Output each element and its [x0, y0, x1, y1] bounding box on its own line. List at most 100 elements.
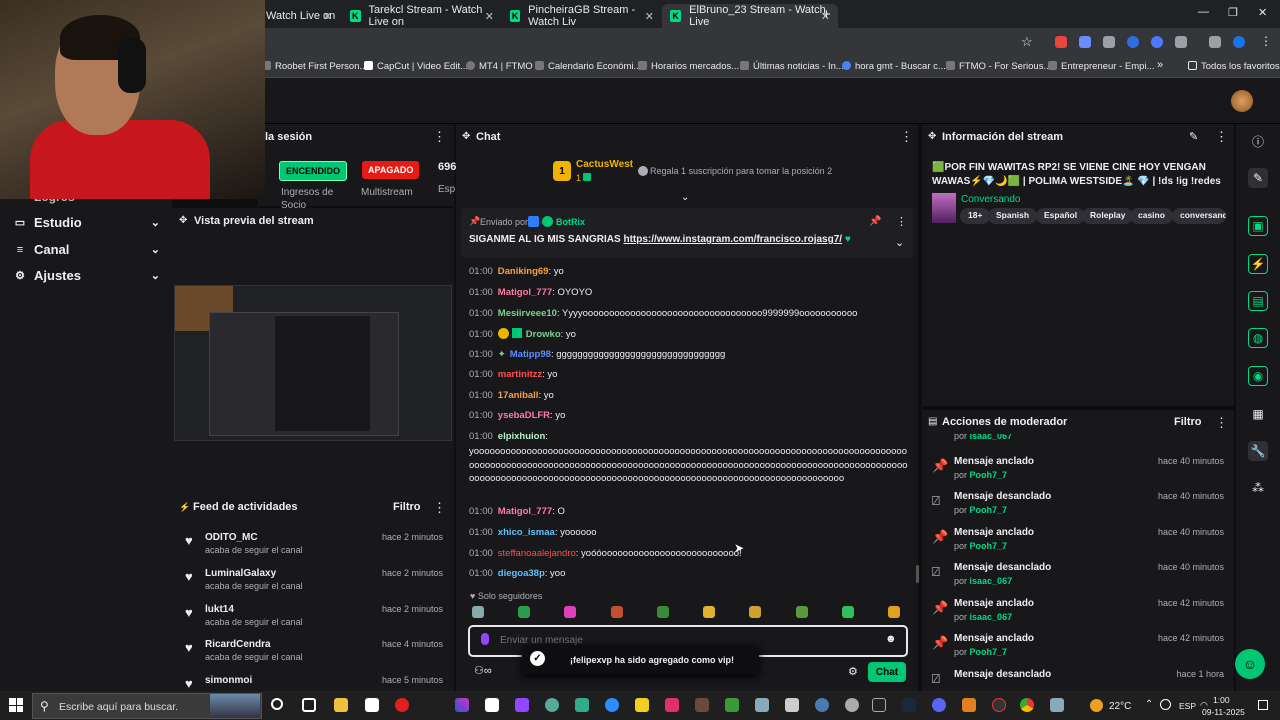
- chrome-icon[interactable]: [1020, 698, 1034, 712]
- pinned-link[interactable]: https://www.instagram.com/francisco.roja…: [623, 234, 842, 245]
- emote-icon[interactable]: [564, 606, 577, 618]
- profile-icon[interactable]: [1233, 36, 1245, 48]
- zoom-icon[interactable]: [605, 698, 619, 712]
- weather-sun-icon[interactable]: [1090, 699, 1103, 712]
- bookmark-item[interactable]: FTMO - For Serious...: [946, 61, 1051, 72]
- more-options-icon[interactable]: ⋮: [433, 129, 446, 145]
- extension-icon[interactable]: [1103, 36, 1115, 48]
- expand-icon[interactable]: ✥: [462, 131, 470, 142]
- edit-pencil-icon[interactable]: ✎: [1189, 130, 1198, 143]
- avatar[interactable]: [1231, 90, 1253, 112]
- more-options-icon[interactable]: ⋮: [433, 500, 446, 516]
- browser-tab[interactable]: Watch Live on ✕: [258, 4, 340, 28]
- bookmark-star-icon[interactable]: ☆: [1021, 34, 1033, 50]
- restore-icon[interactable]: ❐: [1228, 6, 1238, 19]
- minimize-icon[interactable]: —: [1198, 6, 1209, 18]
- document-icon[interactable]: ▤: [1248, 291, 1268, 311]
- bookmark-item[interactable]: Entrepreneur - Empi...: [1048, 61, 1154, 72]
- emote-icon[interactable]: [518, 606, 531, 618]
- chat-scrollbar[interactable]: [916, 565, 919, 583]
- browser-tab-active[interactable]: K ElBruno_23 Stream - Watch Live ✕: [662, 4, 838, 28]
- tag-chip[interactable]: casino: [1130, 208, 1173, 224]
- clock-date[interactable]: 09-11-2025: [1202, 707, 1245, 717]
- chat-username[interactable]: steffanoaalejandro: [498, 548, 576, 559]
- emote-icon[interactable]: [841, 606, 854, 618]
- sidebar-item-ajustes[interactable]: ⚙ Ajustes ⌄: [14, 268, 160, 283]
- off-toggle-button[interactable]: APAGADO: [362, 161, 420, 179]
- twitch-icon[interactable]: [515, 698, 529, 712]
- lightning-icon[interactable]: ⚡: [1248, 254, 1268, 274]
- chat-username[interactable]: ysebaDLFR: [498, 410, 550, 421]
- extension-icon[interactable]: [1127, 36, 1139, 48]
- close-tab-icon[interactable]: ✕: [323, 10, 332, 23]
- tag-chip[interactable]: Roleplay: [1082, 208, 1134, 224]
- copilot-icon[interactable]: [455, 698, 469, 712]
- chat-username[interactable]: Matipp98: [510, 349, 551, 360]
- browser-tab[interactable]: K PincheiraGB Stream - Watch Liv ✕: [502, 4, 662, 28]
- clip-icon[interactable]: ▣: [1248, 216, 1268, 236]
- send-chat-button[interactable]: Chat: [868, 662, 906, 682]
- puzzle-icon[interactable]: [1175, 36, 1187, 48]
- chat-username[interactable]: Matigol_777: [498, 287, 552, 298]
- new-tab-button[interactable]: +: [822, 6, 831, 23]
- tag-chip[interactable]: Spanish: [988, 208, 1038, 224]
- notepad-icon[interactable]: [365, 698, 379, 712]
- bookmark-item[interactable]: Últimas noticias - In...: [740, 61, 844, 72]
- feed-filter-button[interactable]: Filtro: [393, 501, 421, 513]
- mod-filter-button[interactable]: Filtro: [1174, 416, 1202, 428]
- mod-username[interactable]: Pooh7_7: [970, 647, 1008, 657]
- layout-icon[interactable]: ▦: [1248, 404, 1268, 424]
- chat-username[interactable]: Daniking69: [498, 266, 549, 277]
- emote-icon[interactable]: [795, 606, 808, 618]
- extension-icon[interactable]: [1151, 36, 1163, 48]
- stream-preview-video[interactable]: [174, 285, 452, 441]
- language-indicator[interactable]: ESP: [1179, 701, 1196, 711]
- sidebar-item-canal[interactable]: ≡ Canal ⌄: [14, 242, 160, 257]
- expand-icon[interactable]: ✥: [179, 215, 187, 226]
- tiktok-icon[interactable]: [665, 698, 679, 712]
- steam-icon[interactable]: [902, 698, 916, 712]
- more-options-icon[interactable]: ⋮: [1215, 129, 1228, 145]
- emote-icon[interactable]: [749, 606, 762, 618]
- pinned-user[interactable]: BotRix: [556, 217, 585, 227]
- close-tab-icon[interactable]: ✕: [645, 10, 654, 23]
- weather-temp[interactable]: 22°C: [1109, 701, 1131, 712]
- chat-username[interactable]: 17aniball: [498, 390, 539, 401]
- obs-icon[interactable]: [992, 698, 1006, 712]
- emote-icon[interactable]: [703, 606, 716, 618]
- windows-start-icon[interactable]: [9, 698, 23, 712]
- tiktok-live-icon[interactable]: [872, 698, 886, 712]
- network-icon[interactable]: [1160, 699, 1171, 710]
- mod-username[interactable]: Pooh7_7: [970, 541, 1008, 551]
- bookmark-item[interactable]: Calendario Económi...: [535, 61, 641, 72]
- edit-pencil-icon[interactable]: ✎: [1248, 168, 1268, 188]
- sticky-notes-icon[interactable]: [635, 698, 649, 712]
- bookmark-item[interactable]: CapCut | Video Edit...: [364, 61, 468, 72]
- chat-bubble-icon[interactable]: ◍: [1248, 328, 1268, 348]
- chat-username[interactable]: diegoa38p: [498, 568, 545, 579]
- more-options-icon[interactable]: ⋮: [900, 129, 913, 145]
- emote-icon[interactable]: [472, 606, 484, 618]
- bookmark-item[interactable]: hora gmt - Buscar c...: [842, 61, 946, 72]
- info-icon[interactable]: ⓘ: [1248, 131, 1268, 151]
- more-options-icon[interactable]: ⋮: [1215, 415, 1228, 431]
- mod-username[interactable]: isaac_067: [970, 612, 1013, 622]
- settings-icon[interactable]: [845, 698, 859, 712]
- app-icon[interactable]: [575, 698, 589, 712]
- cortana-icon[interactable]: [271, 698, 283, 710]
- capcut-icon[interactable]: [785, 698, 799, 712]
- bookmark-item[interactable]: MT4 | FTMO: [466, 61, 533, 72]
- app-icon[interactable]: [695, 698, 709, 712]
- bookmarks-more-button[interactable]: »: [1157, 59, 1163, 71]
- file-explorer-icon[interactable]: [334, 698, 348, 712]
- category-link[interactable]: Conversando: [961, 194, 1020, 205]
- chat-username[interactable]: xhico_ismaa: [498, 527, 555, 538]
- app-icon[interactable]: [962, 698, 976, 712]
- opera-icon[interactable]: [395, 698, 409, 712]
- notifications-icon[interactable]: [1258, 700, 1268, 710]
- help-chat-button[interactable]: ☺: [1235, 649, 1265, 679]
- mod-username[interactable]: isaac_067: [970, 576, 1013, 586]
- extension-icon[interactable]: [1079, 36, 1091, 48]
- expand-icon[interactable]: ✥: [928, 131, 936, 142]
- chat-username[interactable]: elpixhuion: [498, 431, 546, 442]
